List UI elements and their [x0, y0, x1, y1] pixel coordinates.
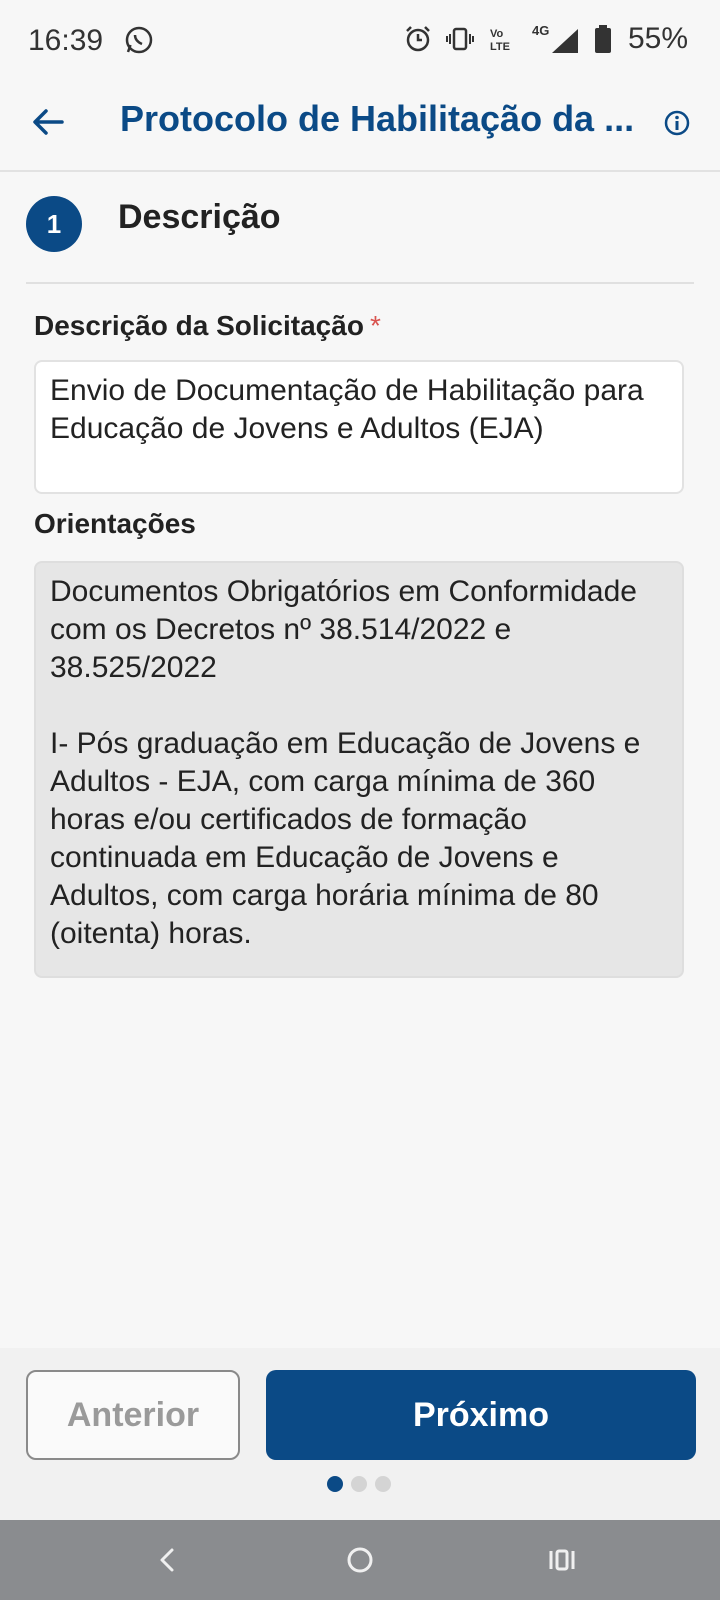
svg-text:4G: 4G — [532, 23, 549, 38]
required-mark: * — [369, 310, 381, 341]
volte-icon: Vo LTE — [490, 28, 510, 53]
svg-text:LTE: LTE — [490, 41, 510, 53]
status-bar: 16:39 Vo LTE 4G 55% — [0, 0, 720, 84]
previous-button[interactable]: Anterior — [26, 1370, 240, 1460]
step-header: 1 Descrição — [0, 170, 720, 282]
svg-text:Vo: Vo — [490, 28, 504, 40]
clock: 16:39 — [28, 24, 104, 57]
vibrate-icon — [445, 27, 474, 51]
battery-icon — [594, 25, 611, 53]
page-dot — [351, 1476, 367, 1492]
status-icons: Vo LTE 4G 55% — [404, 22, 688, 56]
orientation-textbox: Documentos Obrigatórios em Conformidade … — [34, 561, 684, 978]
page-dot-active — [327, 1476, 343, 1492]
page-indicator — [327, 1476, 391, 1492]
description-label-text: Descrição da Solicitação — [34, 310, 364, 341]
orientation-label: Orientações — [34, 508, 196, 539]
nav-home-icon[interactable] — [342, 1542, 378, 1578]
signal-icon: 4G — [532, 23, 578, 53]
footer: Anterior Próximo — [0, 1348, 720, 1520]
app-bar: Protocolo de Habilitação da ... — [0, 84, 720, 172]
page-title: Protocolo de Habilitação da ... — [120, 98, 635, 139]
description-field[interactable]: Envio de Documentação de Habilitação par… — [34, 360, 684, 494]
page-dot — [375, 1476, 391, 1492]
whatsapp-icon — [125, 26, 153, 54]
step-number-badge: 1 — [26, 196, 82, 252]
info-icon[interactable] — [662, 108, 692, 138]
arrow-left-icon[interactable] — [28, 102, 68, 142]
nav-back-icon[interactable] — [150, 1542, 186, 1578]
step-title: Descrição — [118, 198, 281, 236]
next-button[interactable]: Próximo — [266, 1370, 696, 1460]
nav-recents-icon[interactable] — [544, 1542, 580, 1578]
divider — [26, 282, 694, 284]
system-nav-bar — [0, 1520, 720, 1600]
battery-percentage: 55% — [627, 22, 688, 55]
description-label: Descrição da Solicitação * — [34, 310, 381, 342]
alarm-icon — [406, 26, 430, 52]
